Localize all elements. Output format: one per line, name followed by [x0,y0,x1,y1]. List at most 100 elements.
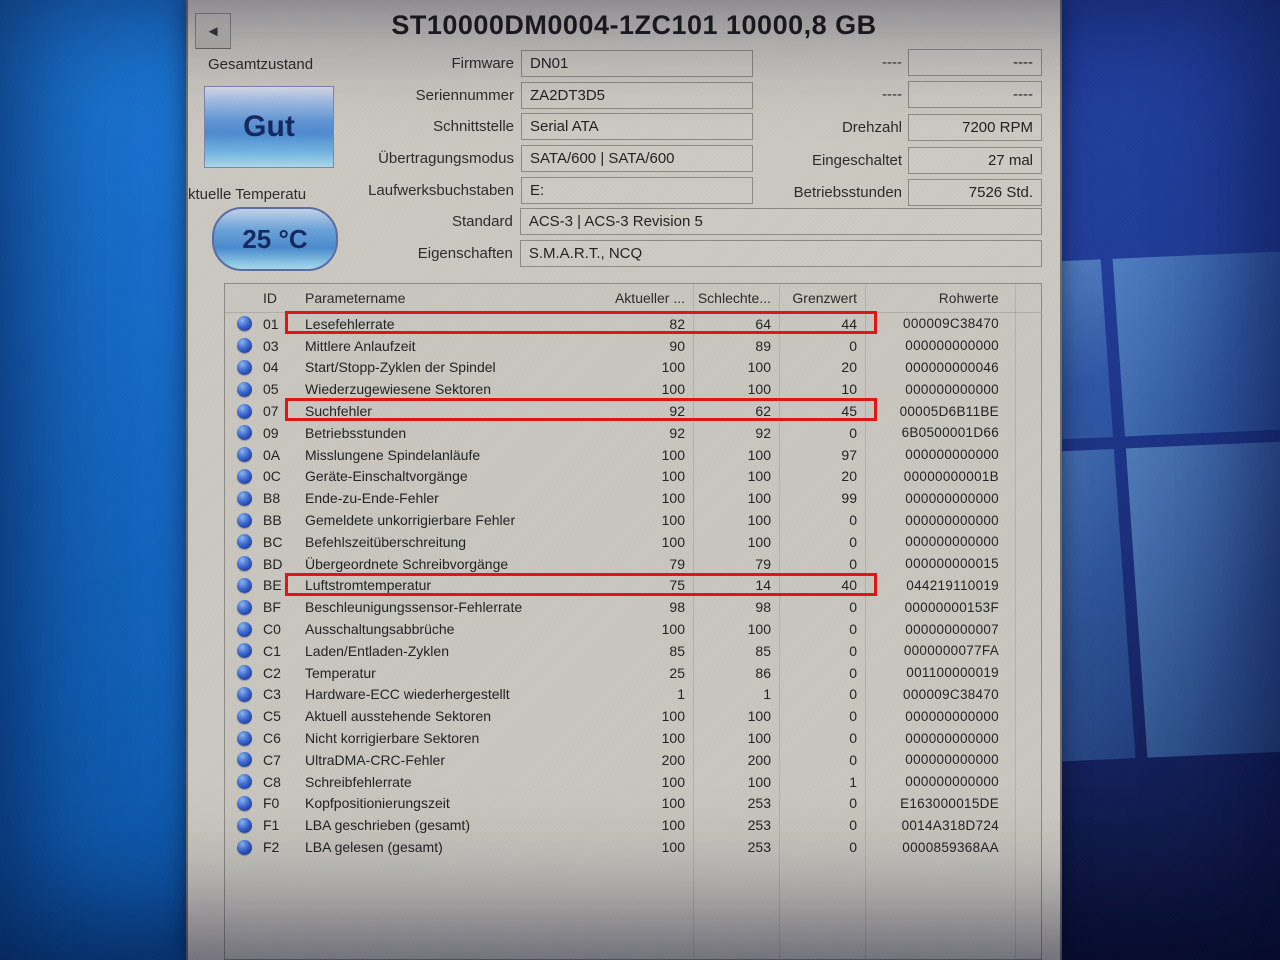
row-status-icon-cell [225,359,263,375]
cell-threshold: 0 [849,751,857,768]
cell-current: 200 [661,751,685,768]
cell-current: 100 [661,533,685,550]
cell-raw: 00000000153F [904,599,999,615]
smart-table-row[interactable]: 01 Lesefehlerrate 82 64 44 000009C38470 [225,311,1041,335]
smart-table-row[interactable]: 04 Start/Stopp-Zyklen der Spindel 100 100 20… [225,357,1041,379]
smart-table-row[interactable]: 03 Mittlere Anlaufzeit 90 89 0 000000000000 [225,335,1041,357]
smart-table-row[interactable]: F0 Kopfpositionierungszeit 100 253 0 E1630000… [225,793,1041,815]
header-raw[interactable]: Rohwerte [865,291,1015,306]
blue-sphere-icon [236,577,252,593]
blue-sphere-icon [236,447,252,463]
header-id[interactable]: ID [263,290,295,306]
cell-threshold: 0 [849,686,857,703]
cell-id: 03 [263,337,279,354]
cell-raw: 6B0500001D66 [901,425,999,441]
cell-worst: 100 [747,708,771,725]
smart-table-row[interactable]: F1 LBA geschrieben (gesamt) 100 253 0 0014A31… [225,814,1041,836]
cell-id: C8 [263,773,281,790]
smart-table-row[interactable]: B8 Ende-zu-Ende-Fehler 100 100 99 00000000000… [225,487,1041,509]
row-status-icon-cell [225,490,263,506]
stat-field-label: Betriebsstunden [793,184,902,202]
cell-worst: 100 [747,359,771,376]
info-field-row: Eigenschaften S.M.A.R.T., NCQ [188,238,1042,270]
info-field-value: DN01 [530,55,569,73]
cell-parametername: Mittlere Anlaufzeit [305,337,416,354]
smart-table-row[interactable]: 05 Wiederzugewiesene Sektoren 100 100 10 0000… [225,378,1041,400]
header-parametername[interactable]: Parametername [295,290,607,306]
stat-field-row: ---- ---- [588,79,1042,112]
smart-table-row[interactable]: 09 Betriebsstunden 92 92 0 6B0500001D66 [225,422,1041,444]
blue-sphere-icon [236,686,252,702]
smart-table-row[interactable]: BB Gemeldete unkorrigierbare Fehler 100 100… [225,509,1041,531]
blue-sphere-icon [236,665,252,681]
row-status-icon-cell [225,556,263,572]
stat-field-value: 7200 RPM [962,118,1033,136]
cell-worst: 85 [755,642,771,659]
info-field-label: Seriennummer [415,86,514,104]
blue-sphere-icon [236,795,252,811]
smart-table-row[interactable]: C2 Temperatur 25 86 0 001100000019 [225,662,1041,684]
info-field-value: E: [530,181,545,199]
cell-id: BB [263,512,282,529]
cell-raw: 001100000019 [906,665,999,681]
row-status-icon-cell [225,468,263,484]
cell-threshold: 0 [849,795,857,812]
smart-table-row[interactable]: C7 UltraDMA-CRC-Fehler 200 200 0 000000000000 [225,749,1041,771]
smart-table-row[interactable]: C3 Hardware-ECC wiederhergestellt 1 1 0 00000… [225,684,1041,706]
cell-id: 0C [263,468,281,485]
cell-raw: 00000000001B [903,468,999,484]
info-field-value: S.M.A.R.T., NCQ [528,244,643,262]
cell-id: BF [263,599,281,616]
header-current[interactable]: Aktueller ... [607,290,693,306]
smart-table-row[interactable]: 0A Misslungene Spindelanläufe 100 100 97 0000… [225,444,1041,466]
back-button[interactable]: ◄ [195,13,231,49]
smart-table-row[interactable]: C8 Schreibfehlerrate 100 100 1 000000000000 [225,771,1041,793]
cell-parametername: Ende-zu-Ende-Fehler [305,490,439,507]
smart-table-row[interactable]: C6 Nicht korrigierbare Sektoren 100 100 0 000… [225,727,1041,749]
blue-sphere-icon [236,774,252,790]
stat-field-label: Drehzahl [841,118,902,136]
cell-id: F0 [263,795,280,812]
smart-table-row[interactable]: BD Übergeordnete Schreibvorgänge 79 79 0 0000… [225,553,1041,575]
smart-table-row[interactable]: BE Luftstromtemperatur 75 14 40 044219110019 [225,572,1041,597]
cell-raw: 000009C38470 [903,686,999,702]
cell-threshold: 20 [841,468,857,485]
blue-sphere-icon [236,817,252,833]
blue-sphere-icon [236,839,252,855]
row-status-icon-cell [225,403,263,419]
row-status-icon-cell [225,338,263,354]
smart-table-row[interactable]: C5 Aktuell ausstehende Sektoren 100 100 0 000… [225,705,1041,727]
blue-sphere-icon [236,730,252,746]
smart-table-row[interactable]: C1 Laden/Entladen-Zyklen 85 85 0 0000000077FA [225,640,1041,662]
smart-table-row[interactable]: BF Beschleunigungssensor-Fehlerrate 98 98 0 0… [225,596,1041,618]
smart-table-row[interactable]: BC Befehlszeitüberschreitung 100 100 0 000000… [225,531,1041,553]
cell-threshold: 0 [849,424,857,441]
cell-worst: 253 [747,817,771,834]
drive-title: ST10000DM0004-1ZC101 10000,8 GB [391,10,877,40]
row-status-icon-cell [225,577,263,593]
cell-id: C5 [263,708,281,725]
blue-sphere-icon [236,381,252,397]
drive-stat-fields: ---- ---- ---- ---- Drehzahl 7200 RPM Eingesch… [588,46,1042,209]
blue-sphere-icon [236,359,252,375]
cell-worst: 253 [747,795,771,812]
row-status-icon-cell [225,795,263,811]
crystaldiskinfo-window: ◄ ST10000DM0004-1ZC101 10000,8 GB Gesamt… [186,0,1062,960]
header-worst[interactable]: Schlechte... [693,290,779,306]
cell-worst: 98 [755,599,771,616]
info-field-value-box: S.M.A.R.T., NCQ [519,239,1042,267]
smart-table-row[interactable]: F2 LBA gelesen (gesamt) 100 253 0 0000859368A… [225,836,1041,858]
cell-current: 92 [669,424,685,441]
row-status-icon-cell [225,665,263,681]
stat-field-label: ---- [882,86,902,104]
smart-table-row[interactable]: C0 Ausschaltungsabbrüche 100 100 0 0000000000… [225,618,1041,640]
cell-worst: 100 [747,533,771,550]
smart-table-row[interactable]: 0C Geräte-Einschaltvorgänge 100 100 20 000000… [225,466,1041,488]
header-threshold[interactable]: Grenzwert [779,290,865,306]
blue-sphere-icon [236,643,252,659]
cell-raw: 000000000000 [905,490,999,506]
cell-current: 75 [669,577,685,594]
cell-worst: 79 [755,555,771,572]
cell-threshold: 45 [841,403,857,420]
smart-table-row[interactable]: 07 Suchfehler 92 62 45 00005D6B11BE [225,398,1041,422]
